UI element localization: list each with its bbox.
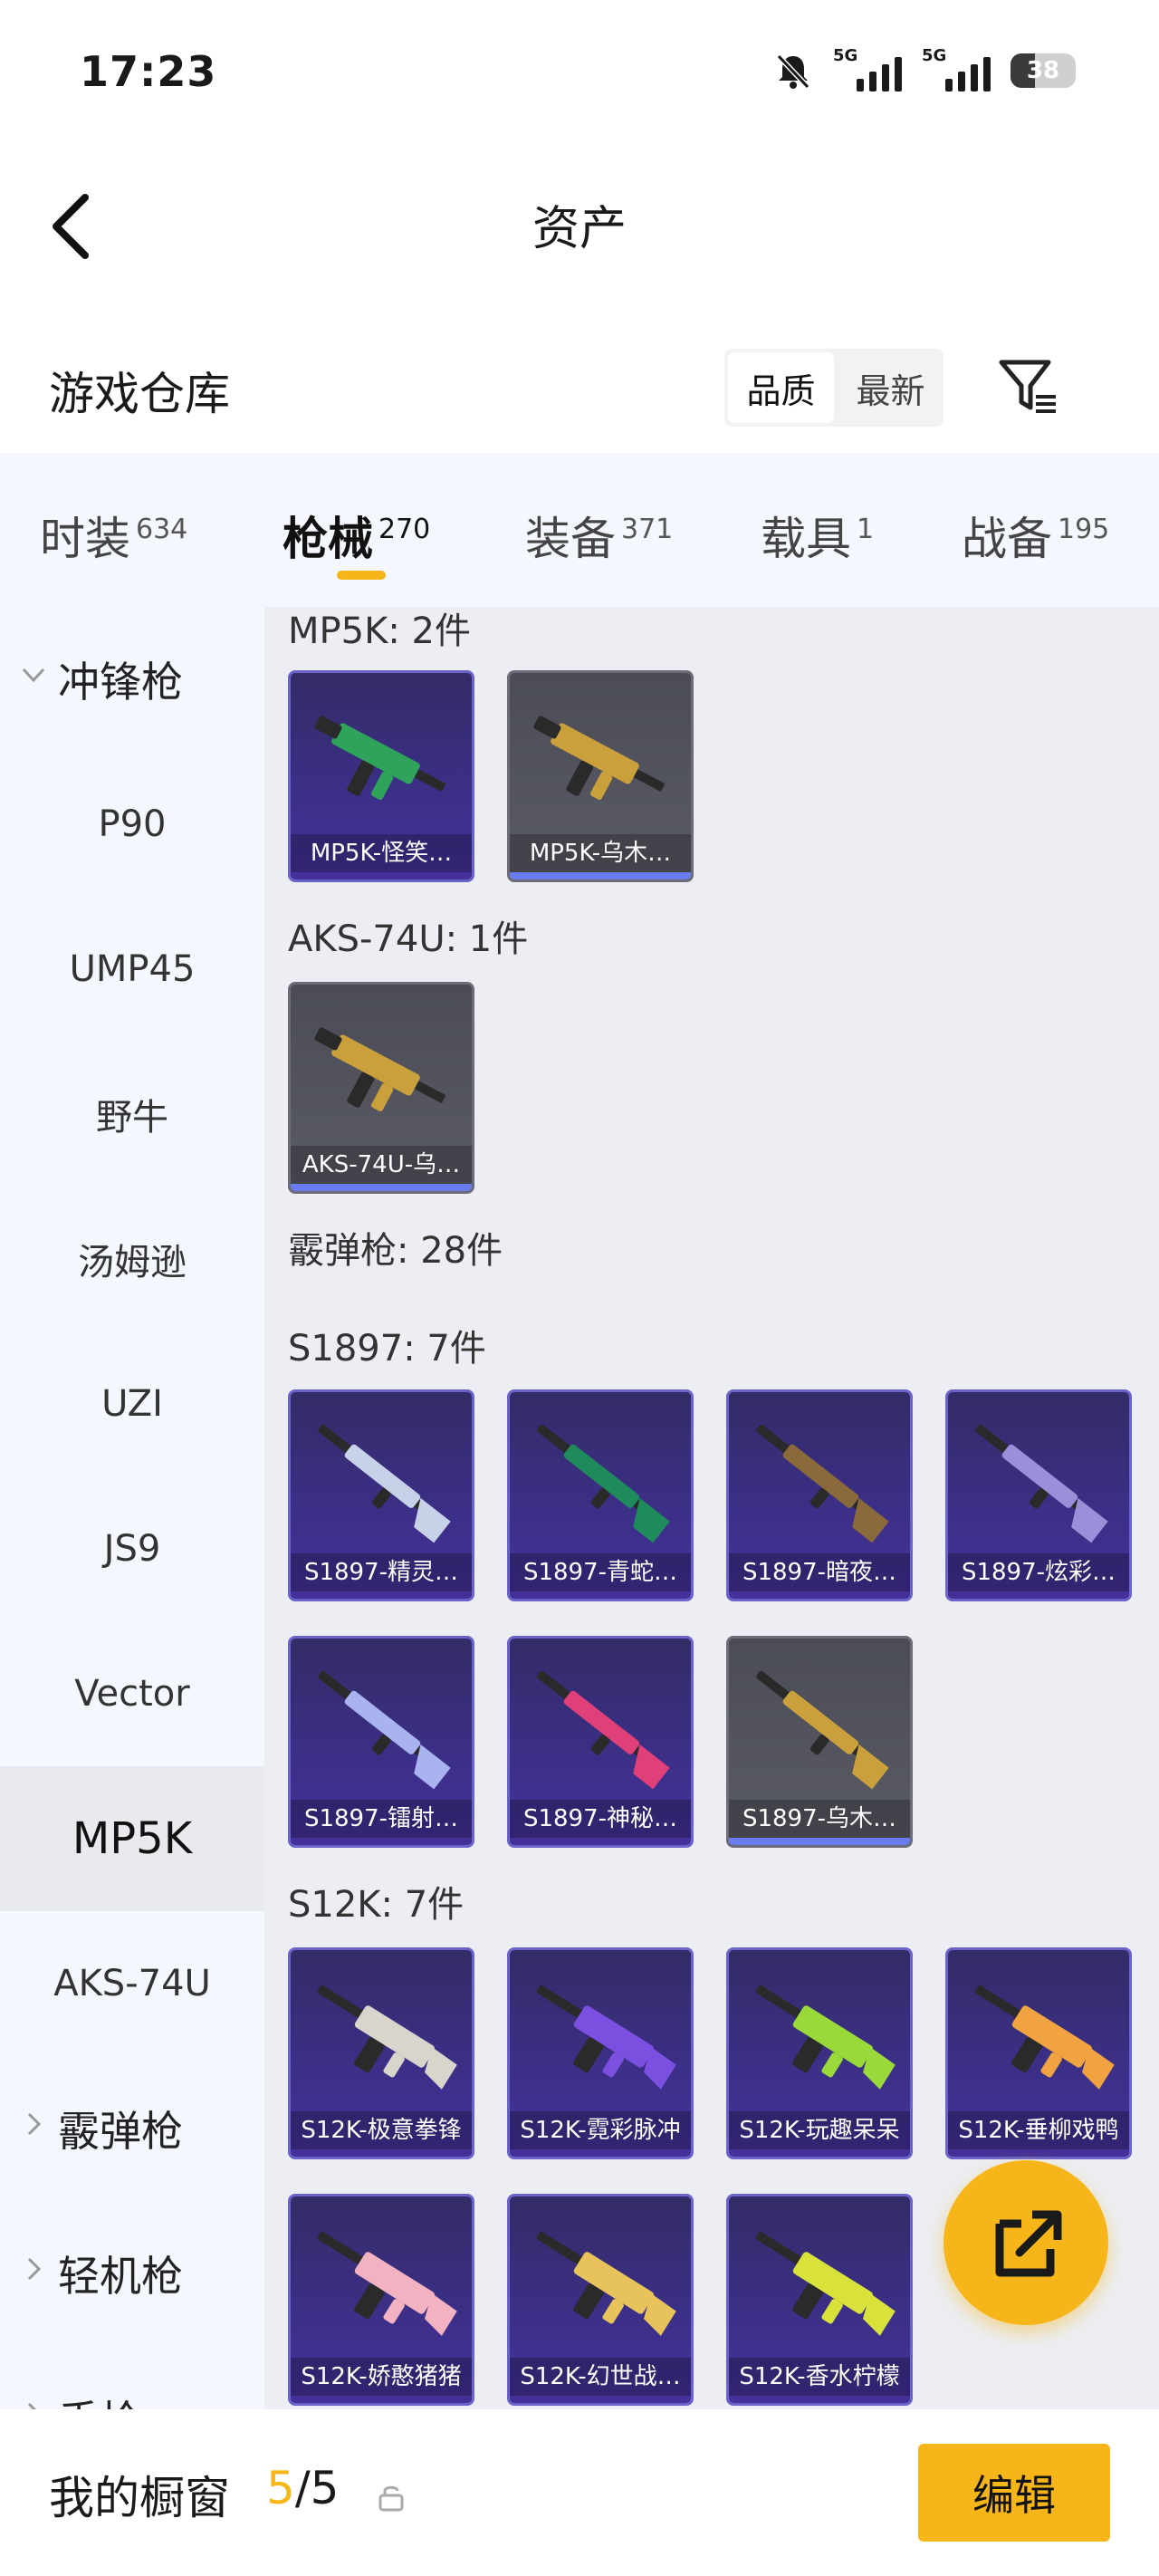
tab-supplies[interactable]: 战备 195 bbox=[962, 503, 1109, 568]
tab-firearms[interactable]: 枪械 270 bbox=[283, 503, 430, 568]
category-tabs: 时装 634 枪械 270 装备 371 载具 1 战备 195 bbox=[0, 453, 1159, 607]
chevron-right-icon bbox=[27, 2402, 37, 2409]
signal-icon: 5G bbox=[833, 46, 902, 91]
clock: 17:23 bbox=[80, 47, 217, 96]
weapon-card[interactable]: S12K-香水柠檬 bbox=[726, 2194, 913, 2406]
sidebar-item-p90[interactable]: P90 bbox=[0, 752, 264, 897]
shotgun-skin-image bbox=[755, 1985, 896, 2090]
smg-skin-image bbox=[314, 716, 446, 801]
sidebar-group-lmg[interactable]: 轻机枪 bbox=[0, 2201, 264, 2346]
chevron-right-icon bbox=[27, 2257, 42, 2281]
share-button[interactable] bbox=[943, 2160, 1108, 2325]
warehouse-title: 游戏仓库 bbox=[49, 368, 230, 420]
status-icons: 5G 5G 38 bbox=[773, 43, 1076, 98]
section-header: S12K: 7件 bbox=[288, 1884, 465, 1926]
shotgun-skin-image bbox=[756, 1424, 889, 1543]
sidebar-item-ump45[interactable]: UMP45 bbox=[0, 897, 264, 1042]
section-header: S1897: 7件 bbox=[288, 1328, 486, 1370]
sidebar-item-js9[interactable]: JS9 bbox=[0, 1476, 264, 1621]
shotgun-skin-image bbox=[537, 1670, 670, 1790]
edit-button[interactable]: 编辑 bbox=[918, 2444, 1110, 2542]
weapon-card[interactable]: S12K-玩趣呆呆 bbox=[726, 1947, 913, 2159]
section-header: AKS-74U: 1件 bbox=[288, 918, 529, 960]
weapon-card[interactable]: S12K-垂柳戏鸭 bbox=[945, 1947, 1132, 2159]
sidebar-group-pistol[interactable]: 手枪 bbox=[0, 2346, 264, 2409]
shotgun-skin-image bbox=[317, 2232, 457, 2336]
shotgun-skin-image bbox=[755, 2232, 896, 2336]
sidebar-item-aks74u[interactable]: AKS-74U bbox=[0, 1911, 264, 2056]
tab-equipment[interactable]: 装备 371 bbox=[525, 503, 673, 568]
chevron-right-icon bbox=[27, 2112, 42, 2136]
tab-vehicles[interactable]: 载具 1 bbox=[761, 503, 874, 568]
lock-icon bbox=[378, 2485, 404, 2512]
smg-skin-image bbox=[533, 716, 666, 801]
showcase-bar: 我的橱窗 5/5 编辑 bbox=[0, 2409, 1159, 2576]
shotgun-skin-image bbox=[537, 1424, 670, 1543]
section-header: 霰弹枪: 28件 bbox=[288, 1230, 503, 1272]
shotgun-skin-image bbox=[975, 1424, 1108, 1543]
sidebar-item-thompson[interactable]: 汤姆逊 bbox=[0, 1187, 264, 1331]
filter-icon[interactable] bbox=[996, 353, 1059, 417]
page-title: 资产 bbox=[532, 202, 627, 256]
shotgun-skin-image bbox=[756, 1670, 889, 1790]
top-navigation: 资产 bbox=[0, 136, 1159, 299]
sidebar-item-mp5k[interactable]: MP5K bbox=[0, 1766, 264, 1911]
showcase-label: 我的橱窗 bbox=[49, 2472, 230, 2524]
shotgun-skin-image bbox=[974, 1985, 1115, 2090]
smg-skin-image bbox=[314, 1027, 446, 1112]
sidebar-item-bizon[interactable]: 野牛 bbox=[0, 1042, 264, 1187]
weapon-card[interactable]: S12K-娇憨猪猪 bbox=[288, 2194, 474, 2406]
weapon-card[interactable]: S1897-乌木… bbox=[726, 1636, 913, 1848]
weapon-card[interactable]: MP5K-怪笑… bbox=[288, 670, 474, 882]
weapon-card[interactable]: S1897-精灵… bbox=[288, 1389, 474, 1601]
sidebar-group-smg[interactable]: 冲锋枪 bbox=[0, 607, 264, 752]
weapon-card[interactable]: MP5K-乌木… bbox=[507, 670, 694, 882]
showcase-count: 5/5 bbox=[266, 2462, 340, 2514]
rarity-bar bbox=[291, 1184, 472, 1191]
battery-icon: 38 bbox=[1011, 53, 1076, 88]
tab-fashion[interactable]: 时装 634 bbox=[40, 503, 187, 568]
weapon-card[interactable]: S1897-镭射… bbox=[288, 1636, 474, 1848]
weapon-grid: MP5K: 2件 AKS-74U: 1件 霰弹枪: 28件 S1897: 7件 … bbox=[264, 607, 1159, 2409]
sidebar-item-vector[interactable]: Vector bbox=[0, 1621, 264, 1766]
sidebar-item-uzi[interactable]: UZI bbox=[0, 1331, 264, 1476]
status-bar: 17:23 5G 5G 38 bbox=[0, 0, 1159, 136]
sidebar-group-shotgun[interactable]: 霰弹枪 bbox=[0, 2056, 264, 2201]
sort-toggle: 品质 最新 bbox=[724, 349, 943, 427]
weapon-card[interactable]: S12K-幻世战… bbox=[507, 2194, 694, 2406]
weapon-card[interactable]: S1897-炫彩… bbox=[945, 1389, 1132, 1601]
shotgun-skin-image bbox=[317, 1985, 457, 2090]
share-icon bbox=[995, 2210, 1062, 2277]
active-tab-indicator bbox=[337, 571, 386, 580]
weapon-card[interactable]: AKS-74U-乌… bbox=[288, 982, 474, 1194]
shotgun-skin-image bbox=[318, 1670, 451, 1790]
rarity-bar bbox=[729, 1838, 910, 1845]
chevron-down-icon bbox=[22, 668, 45, 683]
sort-quality-button[interactable]: 品质 bbox=[728, 352, 834, 423]
section-header: MP5K: 2件 bbox=[288, 610, 471, 652]
weapon-card[interactable]: S12K-极意拳锋 bbox=[288, 1947, 474, 2159]
signal-icon: 5G bbox=[922, 46, 991, 91]
shotgun-skin-image bbox=[318, 1424, 451, 1543]
weapon-card[interactable]: S1897-暗夜… bbox=[726, 1389, 913, 1601]
weapon-card[interactable]: S1897-神秘… bbox=[507, 1636, 694, 1848]
sort-latest-button[interactable]: 最新 bbox=[838, 349, 943, 427]
weapon-card[interactable]: S12K-霓彩脉冲 bbox=[507, 1947, 694, 2159]
shotgun-skin-image bbox=[536, 2232, 676, 2336]
shotgun-skin-image bbox=[536, 1985, 676, 2090]
weapon-type-sidebar: 冲锋枪 P90 UMP45 野牛 汤姆逊 UZI JS9 Vector MP5K… bbox=[0, 607, 264, 2409]
mute-bell-icon bbox=[776, 53, 810, 90]
weapon-card[interactable]: S1897-青蛇… bbox=[507, 1389, 694, 1601]
rarity-bar bbox=[510, 872, 691, 879]
